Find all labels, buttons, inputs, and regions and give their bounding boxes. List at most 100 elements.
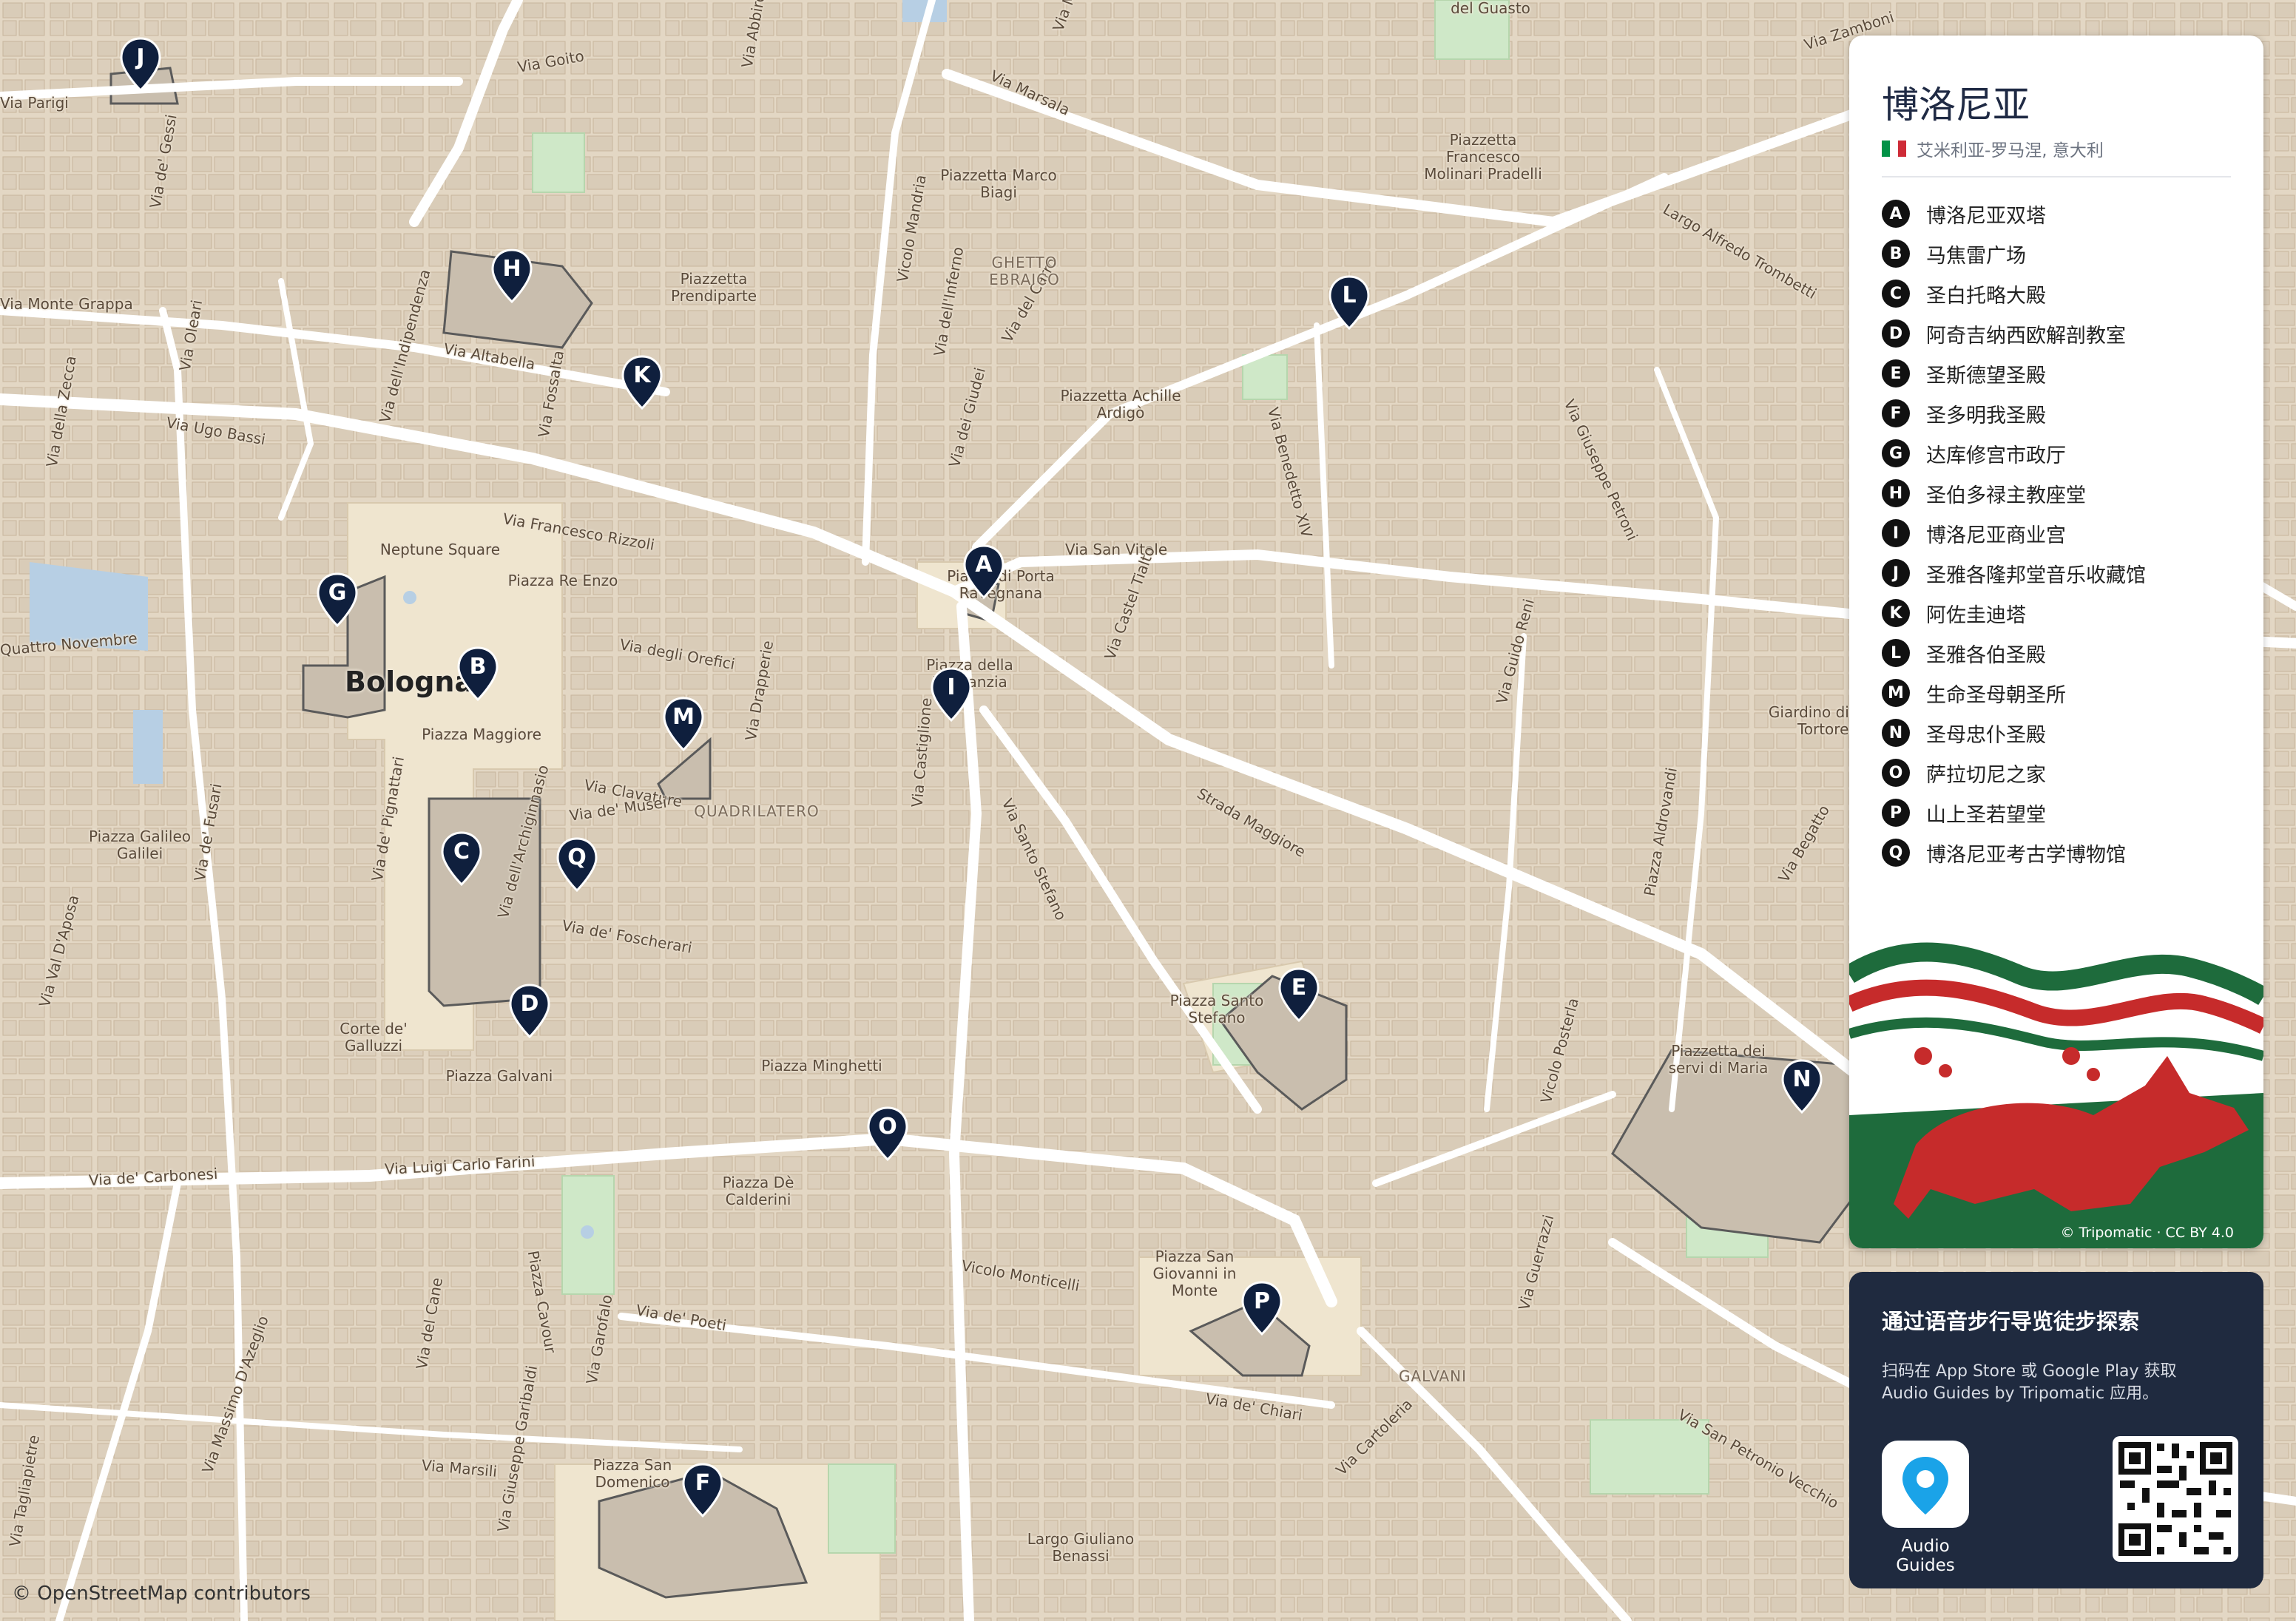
map-marker-d[interactable]: D [509, 984, 550, 1038]
poi-key-badge: M [1882, 679, 1910, 707]
poi-name: 圣斯德望圣殿 [1926, 364, 2046, 388]
map-marker-i[interactable]: I [931, 667, 972, 722]
qr-code-icon[interactable] [2113, 1436, 2238, 1562]
poi-list-item[interactable]: P 山上圣若望堂 [1882, 793, 2146, 833]
italy-flag-icon [1882, 141, 1906, 157]
map-marker-j[interactable]: J [120, 37, 161, 92]
map-marker-p[interactable]: P [1241, 1281, 1283, 1336]
poi-list-item[interactable]: C 圣白托略大殿 [1882, 274, 2146, 314]
place-label: Piazzetta Prendiparte [670, 270, 757, 305]
place-label: Piazza San Giovanni in Monte [1152, 1248, 1237, 1299]
poi-name: 马焦雷广场 [1926, 244, 2026, 268]
poi-key-badge: L [1882, 639, 1910, 667]
map-marker-o[interactable]: O [867, 1106, 908, 1161]
promo-heading: 通过语音步行导览徒步探索 [1882, 1309, 2140, 1334]
poi-list-item[interactable]: O 萨拉切尼之家 [1882, 753, 2146, 793]
poi-name: 圣母忠仆圣殿 [1926, 723, 2046, 747]
poi-key-badge: F [1882, 399, 1910, 427]
poi-name: 圣多明我圣殿 [1926, 404, 2046, 427]
map-marker-q[interactable]: Q [556, 837, 598, 892]
place-label: Piazza San Domenico [592, 1456, 672, 1491]
poi-name: 生命圣母朝圣所 [1926, 683, 2066, 707]
marker-letter: D [520, 991, 539, 1017]
map-pin-icon [1902, 1457, 1948, 1515]
map-marker-b[interactable]: B [457, 646, 499, 701]
poi-list-item[interactable]: K 阿佐圭迪塔 [1882, 593, 2146, 633]
promo-text: 扫码在 App Store 或 Google Play 获取 Audio Gui… [1882, 1362, 2177, 1403]
poi-name: 达库修宫市政厅 [1926, 444, 2066, 467]
place-label: del Guasto [1451, 0, 1530, 17]
qr-pattern [2118, 1442, 2232, 1556]
place-label: Piazza Re Enzo [507, 572, 618, 589]
marker-letter: F [695, 1470, 711, 1496]
poi-list-item[interactable]: I 博洛尼亚商业宫 [1882, 513, 2146, 553]
place-label: Piazzetta dei servi di Maria [1668, 1042, 1769, 1077]
marker-letter: M [672, 704, 695, 730]
poi-key-badge: N [1882, 719, 1910, 747]
poi-list-item[interactable]: J 圣雅各隆邦堂音乐收藏馆 [1882, 553, 2146, 593]
poi-name: 圣伯多禄主教座堂 [1926, 484, 2086, 507]
poi-name: 萨拉切尼之家 [1926, 763, 2046, 787]
map-marker-e[interactable]: E [1278, 967, 1320, 1022]
marker-letter: I [947, 674, 956, 700]
map-marker-l[interactable]: L [1328, 275, 1370, 330]
map-marker-k[interactable]: K [621, 355, 663, 410]
marker-letter: Q [567, 845, 587, 870]
osm-attribution[interactable]: © OpenStreetMap contributors [12, 1583, 311, 1605]
poi-list-item[interactable]: G 达库修宫市政厅 [1882, 433, 2146, 473]
poi-name: 阿佐圭迪塔 [1926, 603, 2026, 627]
poi-list-item[interactable]: A 博洛尼亚双塔 [1882, 194, 2146, 234]
poi-key-badge: E [1882, 359, 1910, 388]
marker-letter: E [1291, 975, 1307, 1001]
poi-key-badge: Q [1882, 839, 1910, 867]
poi-key-badge: A [1882, 200, 1910, 228]
promo-card: 通过语音步行导览徒步探索 扫码在 App Store 或 Google Play… [1849, 1272, 2263, 1588]
poi-key-badge: K [1882, 599, 1910, 627]
city-label: Bologna [345, 666, 474, 698]
map-marker-n[interactable]: N [1781, 1059, 1823, 1114]
poi-list-item[interactable]: D 阿奇吉纳西欧解剖教室 [1882, 314, 2146, 353]
map-marker-c[interactable]: C [441, 831, 482, 886]
app-label: Audio Guides [1896, 1537, 1955, 1575]
poi-list-item[interactable]: H 圣伯多禄主教座堂 [1882, 473, 2146, 513]
poi-name: 博洛尼亚双塔 [1926, 204, 2046, 228]
map-marker-a[interactable]: A [963, 544, 1004, 599]
poi-list-item[interactable]: M 生命圣母朝圣所 [1882, 673, 2146, 713]
poi-list-item[interactable]: B 马焦雷广场 [1882, 234, 2146, 274]
poi-name: 博洛尼亚商业宫 [1926, 524, 2066, 547]
poi-key-badge: B [1882, 240, 1910, 268]
map-marker-f[interactable]: F [682, 1463, 723, 1517]
poi-key-badge: D [1882, 319, 1910, 348]
marker-letter: A [975, 552, 993, 578]
legend-panel: 博洛尼亚 艾米利亚-罗马涅, 意大利 A 博洛尼亚双塔 B 马焦雷广场 C 圣白托略大殿 D… [1849, 35, 2263, 1248]
poi-name: 山上圣若望堂 [1926, 803, 2046, 827]
app-icon-button[interactable] [1882, 1441, 1969, 1528]
poi-list-item[interactable]: L 圣雅各伯圣殿 [1882, 633, 2146, 673]
marker-letter: O [878, 1114, 897, 1140]
marker-letter: P [1254, 1288, 1270, 1314]
place-label: Piazza Santo Stefano [1169, 992, 1264, 1026]
poi-list-item[interactable]: N 圣母忠仆圣殿 [1882, 713, 2146, 753]
region-text: 艾米利亚-罗马涅, 意大利 [1917, 141, 2104, 160]
map-marker-h[interactable]: H [491, 248, 533, 303]
poi-key-badge: G [1882, 439, 1910, 467]
poi-name: 圣雅各伯圣殿 [1926, 643, 2046, 667]
place-label: Piazza Galvani [445, 1067, 553, 1085]
poi-name: 阿奇吉纳西欧解剖教室 [1926, 324, 2126, 348]
poi-list-item[interactable]: Q 博洛尼亚考古学博物馆 [1882, 833, 2146, 873]
poi-list-item[interactable]: E 圣斯德望圣殿 [1882, 353, 2146, 393]
street-label: Via Parigi [0, 94, 69, 112]
map-marker-g[interactable]: G [317, 572, 358, 627]
panel-subtitle: 艾米利亚-罗马涅, 意大利 [1882, 136, 2104, 161]
district-label: GHETTO EBRAICO [989, 254, 1060, 288]
poi-list-item[interactable]: F 圣多明我圣殿 [1882, 393, 2146, 433]
marker-letter: G [328, 580, 347, 606]
district-label: GALVANI [1398, 1367, 1468, 1385]
decorative-illustration [1849, 908, 2263, 1248]
street-label: Via Monte Grappa [0, 295, 133, 313]
poi-key-badge: P [1882, 799, 1910, 827]
poi-name: 博洛尼亚考古学博物馆 [1926, 843, 2126, 867]
poi-key-badge: O [1882, 759, 1910, 787]
map-marker-m[interactable]: M [663, 697, 704, 751]
place-label: Piazza Galileo Galilei [88, 828, 191, 862]
